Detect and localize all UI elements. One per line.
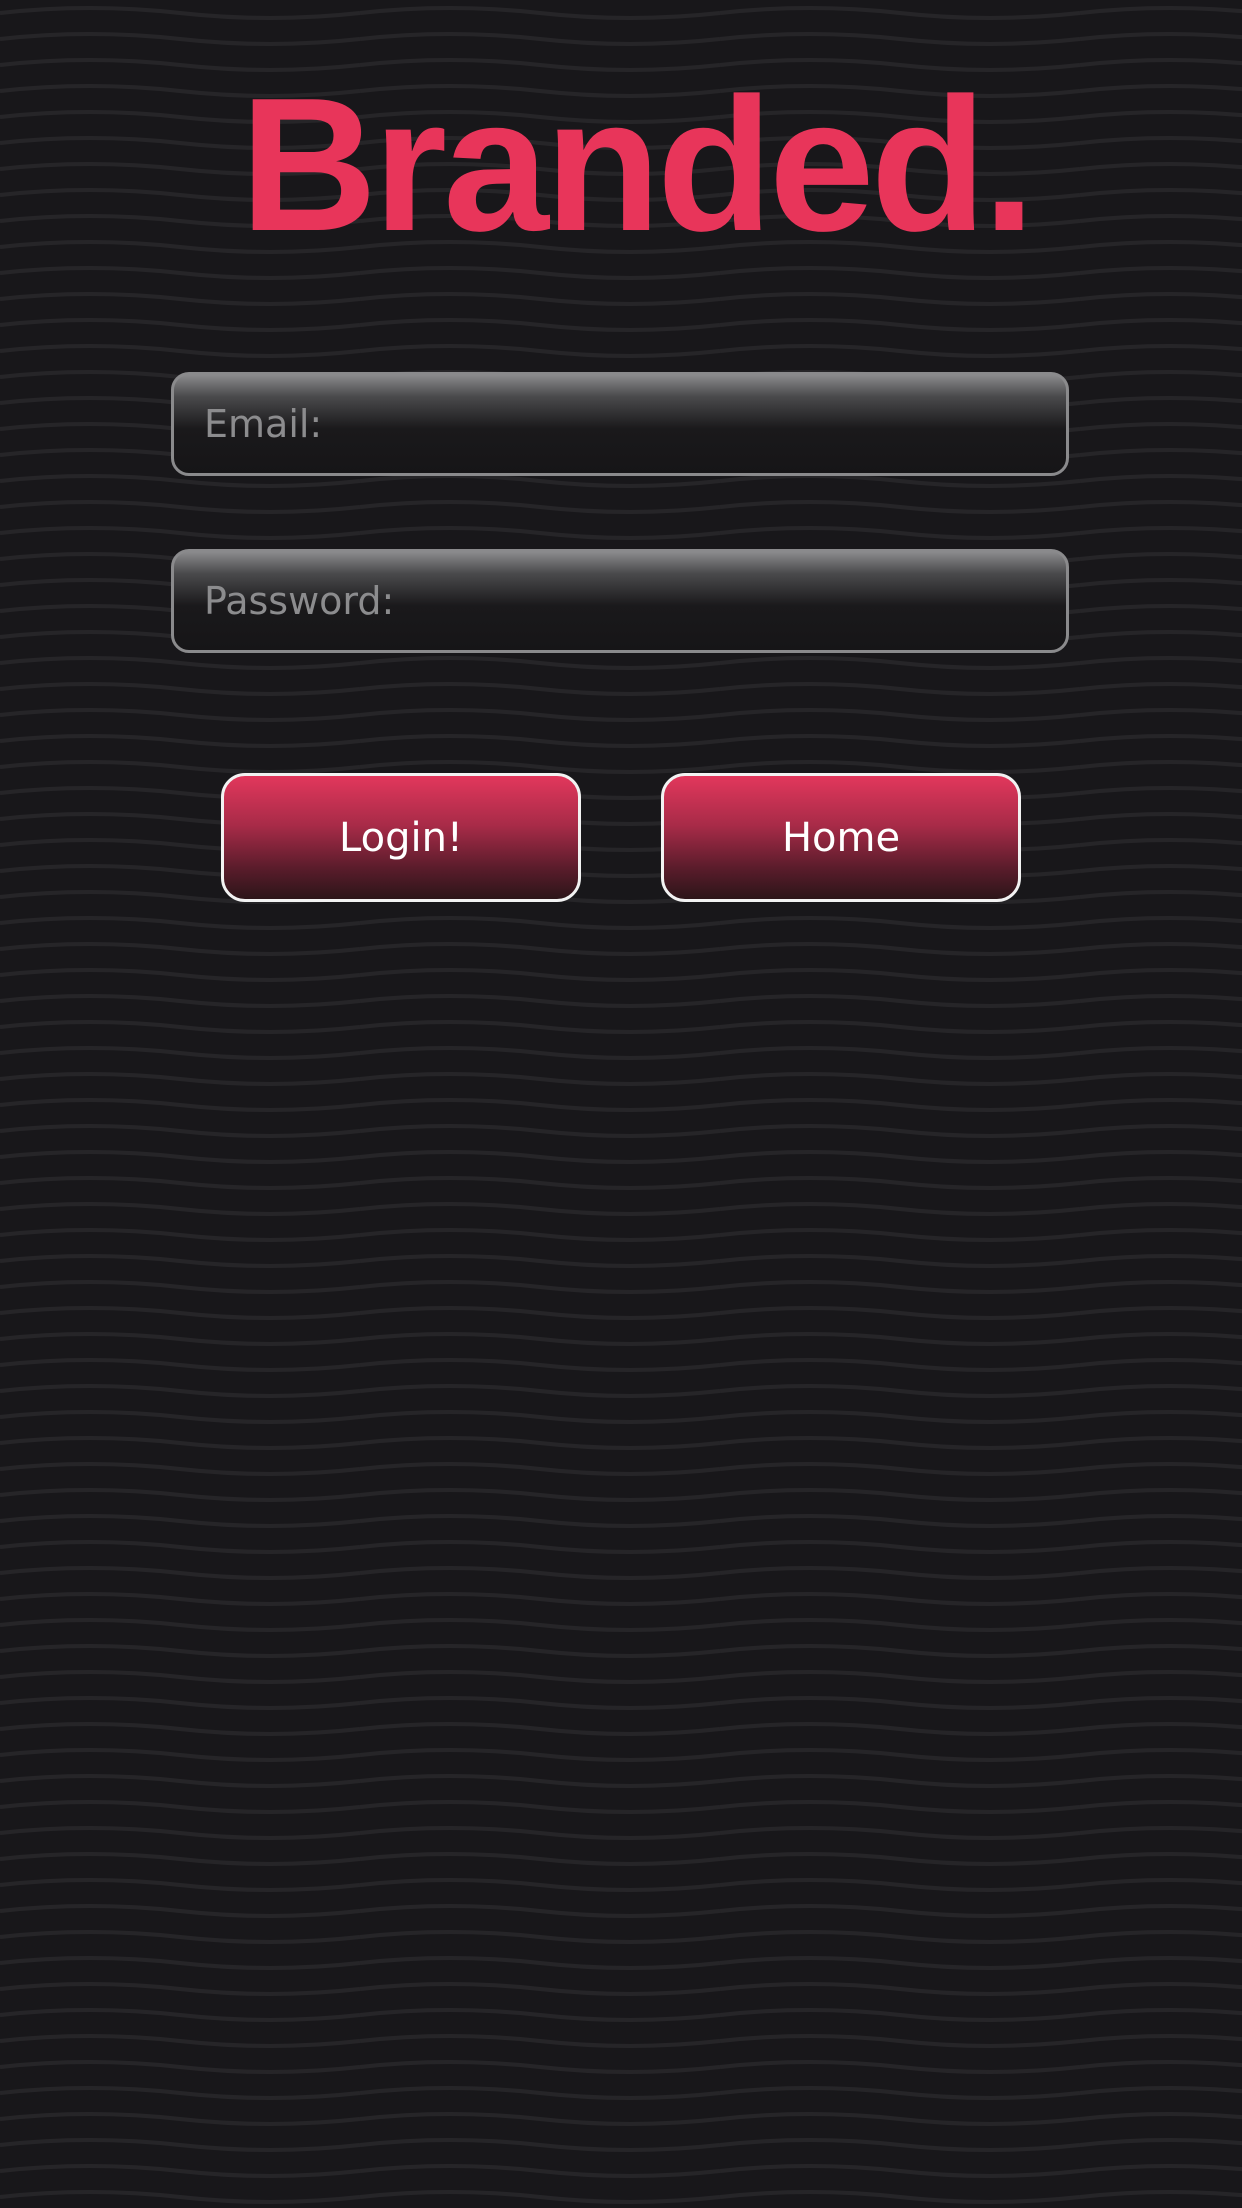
login-button[interactable]: Login!: [221, 773, 581, 902]
home-button[interactable]: Home: [661, 773, 1021, 902]
brand-logo: Branded.: [240, 59, 1035, 271]
password-input[interactable]: [171, 549, 1069, 653]
wave-background: [0, 0, 1242, 2208]
email-input[interactable]: [171, 372, 1069, 476]
